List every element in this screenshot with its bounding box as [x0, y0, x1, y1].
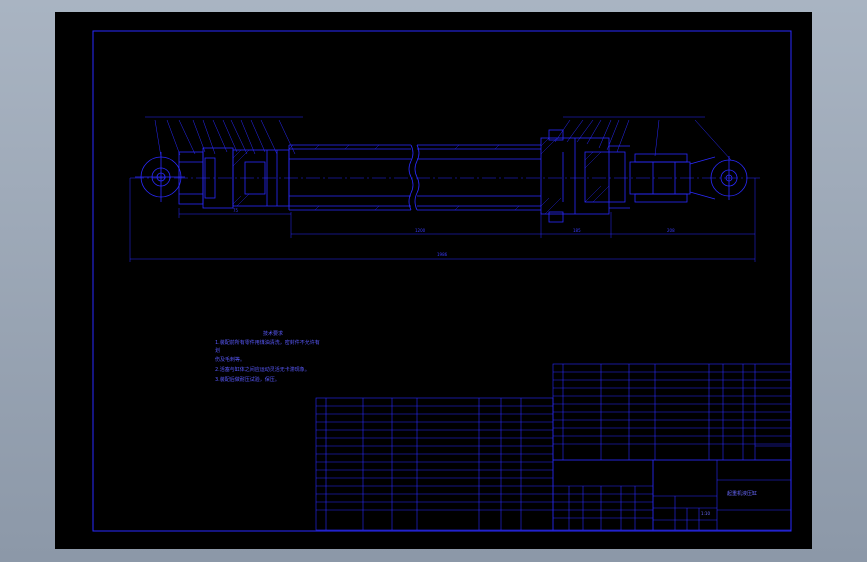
drawing-scale: 1:10 [701, 511, 710, 516]
drawing-svg: 1986 1200 185 208 75 [92, 30, 792, 532]
svg-text:185: 185 [573, 228, 581, 233]
dimension-values: 1986 1200 185 208 75 [233, 208, 675, 257]
svg-text:1200: 1200 [415, 228, 426, 233]
title-block [315, 363, 792, 531]
svg-text:1986: 1986 [437, 252, 448, 257]
drawing-title: 起重机液压缸 [727, 491, 758, 497]
svg-text:75: 75 [233, 208, 239, 213]
dimension-lines [129, 178, 756, 262]
technical-requirement-line: 伤及毛刺等。 [215, 357, 246, 363]
technical-requirement-line: 1.装配前所有零件用煤油清洗，密封件不允许有 [215, 340, 320, 346]
drawing-frame [92, 30, 792, 532]
svg-text:208: 208 [667, 228, 675, 233]
title-block-main [652, 459, 792, 531]
technical-requirement-line: 划 [215, 348, 221, 354]
break-line-right [414, 144, 420, 211]
technical-requirement-line: 3.装配后做耐压试验，保压。 [215, 377, 280, 383]
technical-requirements-heading: 技术要求 [263, 331, 284, 337]
drawing-sheet: 1986 1200 185 208 75 技术要求 1.装配前所有零件用煤油清洗… [55, 12, 812, 549]
break-line-left [408, 144, 414, 211]
cylinder-assembly: 1986 1200 185 208 75 [129, 116, 760, 262]
technical-requirement-line: 2.活塞与缸体之间应运动灵活无卡滞现象。 [215, 367, 310, 373]
